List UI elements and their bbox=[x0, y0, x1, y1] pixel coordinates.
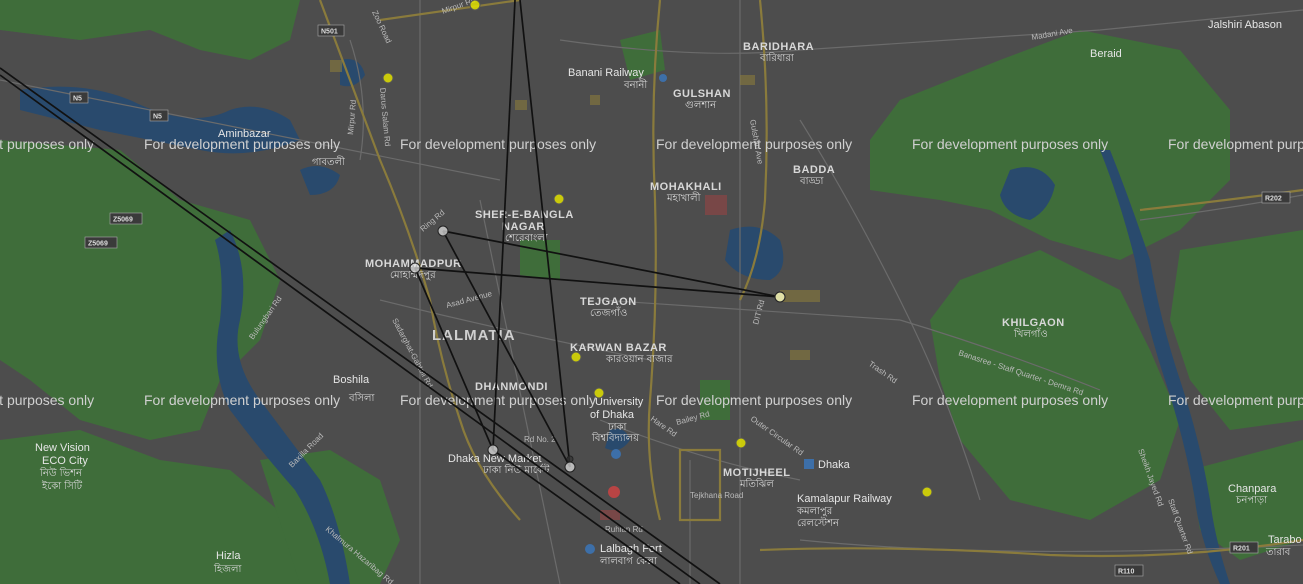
place-label-beraid: Beraid bbox=[1090, 48, 1122, 60]
shield-n5-a: N5 bbox=[69, 91, 89, 104]
map-marker[interactable] bbox=[553, 193, 565, 205]
place-label-kamalapur-bn2: রেলস্টেশন bbox=[797, 516, 840, 529]
map-marker[interactable] bbox=[409, 262, 421, 274]
area-label-motijheel: MOTIJHEEL bbox=[723, 467, 790, 479]
landmark-icon-lalbagh bbox=[585, 544, 595, 554]
place-label-tarabo: Tarabo bbox=[1268, 534, 1302, 546]
map-marker[interactable] bbox=[593, 387, 605, 399]
place-label-chanpara-bn: চনপাড়া bbox=[1235, 495, 1268, 506]
area-label-baridhara-bn: বারিধারা bbox=[759, 52, 795, 64]
svg-text:N501: N501 bbox=[321, 29, 338, 36]
svg-text:R201: R201 bbox=[1233, 546, 1250, 553]
area-label-mohakhali: MOHAKHALI bbox=[650, 181, 722, 193]
dev-watermark-text: For development purposes only bbox=[912, 392, 1108, 408]
dev-watermark-text: For development purposes only bbox=[144, 136, 340, 152]
place-label-gabtoli-bn: গাবতলী bbox=[312, 155, 345, 168]
place-label-hizla: Hizla bbox=[216, 550, 241, 562]
map-marker[interactable] bbox=[437, 225, 449, 237]
area-label-karwan-bazar: KARWAN BAZAR bbox=[570, 342, 667, 354]
area-label-badda: BADDA bbox=[793, 164, 835, 176]
area-label-tejgaon: TEJGAON bbox=[580, 296, 637, 308]
shield-r110: R110 bbox=[1114, 564, 1144, 577]
svg-text:Z5069: Z5069 bbox=[113, 217, 133, 224]
place-label-banani-bn: বনানী bbox=[623, 78, 647, 91]
hospital-icon bbox=[608, 486, 620, 498]
road-label: Rd No. 2 bbox=[524, 435, 556, 444]
shield-n5-b: N5 bbox=[149, 109, 169, 122]
area-label-baridhara: BARIDHARA bbox=[743, 41, 814, 53]
shield-n501: N501 bbox=[317, 24, 345, 37]
place-label-university: University bbox=[595, 396, 644, 408]
map-marker[interactable] bbox=[774, 291, 786, 303]
road-label: Tejkhana Road bbox=[690, 491, 743, 500]
shield-z5069-b: Z5069 bbox=[84, 236, 118, 249]
place-label-of-dhaka: of Dhaka bbox=[590, 409, 635, 421]
area-label-tejgaon-bn: তেজগাঁও bbox=[590, 306, 627, 319]
svg-text:R110: R110 bbox=[1118, 569, 1134, 576]
map-marker[interactable] bbox=[564, 461, 576, 473]
map-marker[interactable] bbox=[570, 351, 582, 363]
area-label-nagar-bn: শেরেবাংলা bbox=[505, 233, 549, 244]
svg-text:Z5069: Z5069 bbox=[88, 241, 108, 248]
shield-r202: R202 bbox=[1261, 191, 1291, 204]
map-marker[interactable] bbox=[921, 486, 933, 498]
place-label-eco-city-bn1: নিউ ভিশন bbox=[39, 466, 83, 479]
place-label-dhaka: Dhaka bbox=[818, 459, 851, 471]
dev-watermark-text: For development purposes only bbox=[1168, 136, 1303, 152]
svg-text:R202: R202 bbox=[1265, 196, 1282, 203]
place-label-of-dhaka-bn: ঢাকা bbox=[607, 422, 628, 433]
dev-watermark-text: For development purposes only bbox=[144, 392, 340, 408]
dev-watermark-text: For development purposes only bbox=[0, 136, 94, 152]
map-canvas[interactable]: N501 N5 N5 Z5069 Z5069 R202 R201 R110 Mi… bbox=[0, 0, 1303, 584]
map-marker[interactable] bbox=[566, 455, 574, 463]
place-label-banani: Banani Railway bbox=[568, 67, 644, 79]
place-label-university-bn: বিশ্ববিদ্যালয় bbox=[591, 432, 640, 444]
area-label-mohakhali-bn: মহাখালী bbox=[666, 191, 701, 204]
place-label-kamalapur-bn: কমলাপুর bbox=[796, 506, 833, 517]
place-label-chanpara: Chanpara bbox=[1228, 483, 1277, 495]
train-station-icon bbox=[659, 74, 667, 82]
area-label-gulshan: GULSHAN bbox=[673, 88, 731, 100]
dev-watermark-text: For development purposes only bbox=[0, 392, 94, 408]
dev-watermark-text: For development purposes only bbox=[400, 136, 596, 152]
place-label-eco-city: ECO City bbox=[42, 455, 88, 467]
area-label-nagar: NAGAR bbox=[502, 221, 545, 233]
area-label-sher-e-bangla: SHER-E-BANGLA bbox=[475, 209, 574, 221]
landmark-icon bbox=[611, 449, 621, 459]
shield-r201: R201 bbox=[1229, 541, 1259, 554]
place-label-new-market-bn: ঢাকা নিউ মার্কেট bbox=[482, 463, 550, 476]
place-label-boshila-bn: বসিলা bbox=[348, 392, 375, 404]
svg-text:N5: N5 bbox=[73, 96, 82, 103]
place-label-new-vision: New Vision bbox=[35, 442, 90, 454]
train-station-icon-dhaka bbox=[804, 459, 814, 469]
area-label-gulshan-bn: গুলশান bbox=[685, 100, 717, 111]
place-label-boshila: Boshila bbox=[333, 374, 370, 386]
map-marker[interactable] bbox=[735, 437, 747, 449]
dev-watermark-text: For development purposes only bbox=[400, 392, 596, 408]
dev-watermark-text: For development purposes only bbox=[656, 392, 852, 408]
map-marker[interactable] bbox=[469, 0, 481, 11]
svg-text:N5: N5 bbox=[153, 114, 162, 121]
place-label-hizla-bn: হিজলা bbox=[213, 563, 243, 575]
map-marker[interactable] bbox=[487, 444, 499, 456]
map-marker[interactable] bbox=[382, 72, 394, 84]
place-label-jalshiri: Jalshiri Abason bbox=[1208, 19, 1282, 31]
dev-watermark-text: For development purposes only bbox=[656, 136, 852, 152]
area-label-badda-bn: বাড্ডা bbox=[799, 176, 825, 187]
dev-watermark-text: For development purposes only bbox=[912, 136, 1108, 152]
place-label-eco-city-bn2: ইকো সিটি bbox=[41, 479, 83, 492]
area-label-karwan-bazar-bn: কারওয়ান বাজার bbox=[605, 354, 673, 365]
place-label-tarabo-bn: তারাব bbox=[1265, 547, 1291, 558]
area-label-khilgaon-bn: খিলগাঁও bbox=[1013, 327, 1048, 340]
area-label-khilgaon: KHILGAON bbox=[1002, 317, 1065, 329]
shield-z5069-a: Z5069 bbox=[109, 212, 143, 225]
place-label-kamalapur: Kamalapur Railway bbox=[797, 493, 892, 505]
area-label-motijheel-bn: মতিঝিল bbox=[739, 478, 774, 490]
dev-watermark-text: For development purposes only bbox=[1168, 392, 1303, 408]
